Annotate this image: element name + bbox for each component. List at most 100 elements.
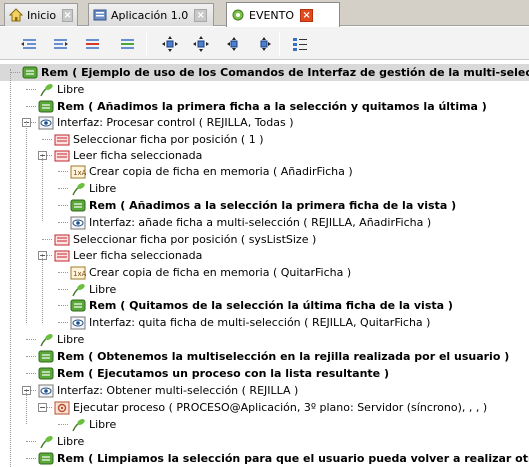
eye-icon: [38, 384, 54, 398]
remove-line-button[interactable]: [82, 34, 102, 54]
tree-row[interactable]: Interfaz: añade ficha a multi-selección …: [0, 214, 529, 231]
leaf-icon: [70, 418, 86, 432]
eye-icon: [70, 216, 86, 230]
tab-aplicacion[interactable]: Aplicación 1.0 ×: [88, 3, 214, 26]
rem-icon: [22, 66, 38, 80]
process-icon: [54, 401, 70, 415]
tree-connector: [42, 139, 52, 140]
tree-row-label: Rem ( Ejecutamos un proceso con la lista…: [57, 367, 389, 380]
tree-row[interactable]: Rem ( Limpiamos la selección para que el…: [0, 450, 529, 467]
tree-connector: [58, 171, 68, 172]
tree-row-label: Leer ficha seleccionada: [73, 249, 203, 262]
close-icon[interactable]: ×: [194, 8, 208, 22]
move-all-button[interactable]: [160, 34, 180, 54]
tree-row-label: Interfaz: Procesar control ( REJILLA, To…: [57, 116, 294, 129]
indent-left-button[interactable]: [19, 34, 39, 54]
rem-icon: [38, 452, 54, 466]
move-all-icon: [162, 36, 178, 52]
tree-row-label: Libre: [57, 333, 85, 346]
tree-row-label: Rem ( Obtenemos la multiselección en la …: [57, 350, 510, 363]
list-view-icon: [293, 38, 307, 51]
tree-row[interactable]: − Interfaz: Procesar control ( REJILLA, T…: [0, 114, 529, 131]
tree-row-label: Interfaz: Obtener multi-selección ( REJI…: [57, 384, 299, 397]
tree-connector: [26, 106, 36, 107]
tree-row[interactable]: Seleccionar ficha por posición ( sysList…: [0, 231, 529, 248]
rem-icon: [70, 199, 86, 213]
tree-row[interactable]: − Interfaz: Obtener multi-selección ( REJ…: [0, 382, 529, 399]
copy-icon: 1xA: [70, 165, 87, 179]
tree-row[interactable]: Libre: [0, 281, 529, 298]
tree-guide-line: [26, 389, 27, 424]
tree-row[interactable]: Rem ( Quitamos de la selección la última…: [0, 297, 529, 314]
rem-icon: [38, 367, 54, 381]
close-icon[interactable]: ×: [62, 8, 73, 22]
tree-connector: [26, 373, 36, 374]
folder-icon: [93, 8, 107, 22]
tree-row[interactable]: Interfaz: quita ficha de multi-selección…: [0, 314, 529, 331]
move-left-icon: [227, 37, 238, 51]
tree-row[interactable]: Rem ( Añadimos a la selección la primera…: [0, 197, 529, 214]
rem-icon: [38, 350, 54, 364]
tree-connector: [58, 188, 68, 189]
tree-row-label: Libre: [89, 418, 117, 431]
tree-row-label: Seleccionar ficha por posición ( 1 ): [73, 133, 264, 146]
home-icon: [8, 8, 24, 22]
remove-line-icon: [86, 39, 99, 49]
tree-row[interactable]: Libre: [0, 433, 529, 450]
tree-row[interactable]: 1xA Crear copia de ficha en memoria ( Aña…: [0, 163, 529, 180]
tree-row-label: Libre: [57, 435, 85, 448]
tree-row[interactable]: Libre: [0, 416, 529, 433]
tree-row-label: Crear copia de ficha en memoria ( Quitar…: [89, 266, 352, 279]
move-center-icon: [193, 36, 209, 52]
tree-connector: [58, 289, 68, 290]
tree-row[interactable]: 1xA Crear copia de ficha en memoria ( Qui…: [0, 264, 529, 281]
list-view-button[interactable]: [290, 34, 310, 54]
tree-connector: [58, 222, 68, 223]
move-right-button[interactable]: [254, 34, 274, 54]
tree-row[interactable]: Rem ( Ejemplo de uso de los Comandos de …: [0, 64, 529, 81]
tree-guide-line: [26, 121, 27, 323]
indent-right-button[interactable]: [50, 34, 70, 54]
move-center-button[interactable]: [191, 34, 211, 54]
tree-row[interactable]: Libre: [0, 331, 529, 348]
event-tree: Rem ( Ejemplo de uso de los Comandos de …: [0, 61, 529, 467]
tree-row-label: Libre: [57, 83, 85, 96]
leaf-icon: [70, 182, 86, 196]
svg-text:1xA: 1xA: [73, 270, 86, 278]
tree-row[interactable]: Libre: [0, 180, 529, 197]
tree-row[interactable]: Libre: [0, 81, 529, 98]
card-icon: [54, 133, 70, 147]
tree-row-label: Libre: [89, 182, 117, 195]
tree-row[interactable]: Rem ( Añadimos la primera ficha a la sel…: [0, 98, 529, 115]
tree-connector: [26, 458, 36, 459]
tree-row[interactable]: − Leer ficha seleccionada: [0, 147, 529, 164]
card-icon: [54, 249, 70, 263]
tree-row-label: Rem ( Añadimos la primera ficha a la sel…: [57, 100, 487, 113]
tree-connector: [10, 72, 20, 73]
tree-connector: [26, 441, 36, 442]
tree-row-label: Rem ( Limpiamos la selección para que el…: [57, 452, 529, 465]
gear-icon: [231, 8, 245, 22]
tree-guide-line: [42, 154, 43, 221]
tree-row-label: Seleccionar ficha por posición ( sysList…: [73, 233, 317, 246]
tree-row[interactable]: − Leer ficha seleccionada: [0, 247, 529, 264]
toolbar-separator: [279, 32, 280, 56]
tree-row[interactable]: Rem ( Ejecutamos un proceso con la lista…: [0, 365, 529, 382]
tree-row-label: Rem ( Ejemplo de uso de los Comandos de …: [41, 66, 529, 79]
close-icon[interactable]: ×: [300, 8, 314, 22]
tree-connector: [26, 89, 36, 90]
tree-row[interactable]: − Ejecutar proceso ( PROCESO@Aplicación, …: [0, 399, 529, 416]
tab-inicio[interactable]: Inicio ×: [4, 3, 78, 26]
tree-row[interactable]: Seleccionar ficha por posición ( 1 ): [0, 131, 529, 148]
rem-icon: [70, 299, 86, 313]
move-left-button[interactable]: [224, 34, 244, 54]
comment-line-button[interactable]: [117, 34, 137, 54]
tree-connector: [26, 356, 36, 357]
tree-row[interactable]: Rem ( Obtenemos la multiselección en la …: [0, 348, 529, 365]
indent-left-icon: [21, 39, 36, 49]
tab-bar: Inicio × Aplicación 1.0 × EVENTO ×: [0, 0, 529, 27]
collapse-toggle[interactable]: −: [38, 403, 47, 412]
tab-evento[interactable]: EVENTO ×: [226, 2, 340, 27]
tree-row-label: Rem ( Añadimos a la selección la primera…: [89, 199, 457, 212]
tree-connector: [58, 322, 68, 323]
